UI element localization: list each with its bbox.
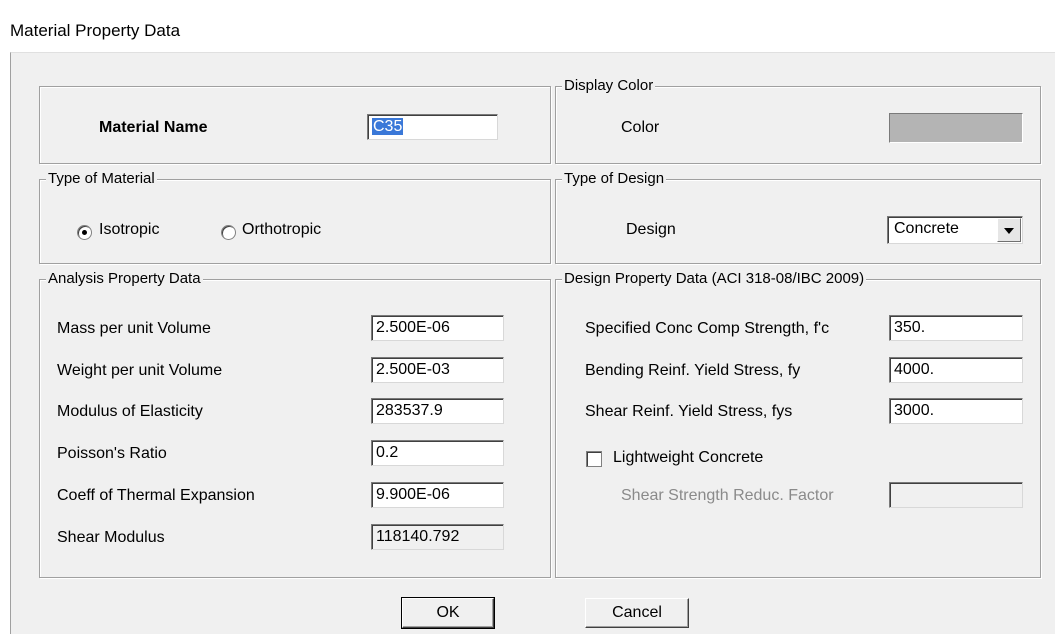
color-swatch[interactable] — [889, 113, 1023, 143]
weight-input[interactable]: 2.500E-03 — [371, 357, 504, 383]
mass-label: Mass per unit Volume — [57, 320, 211, 337]
design-property-legend: Design Property Data (ACI 318-08/IBC 200… — [562, 270, 867, 288]
window-title: Material Property Data — [10, 21, 181, 40]
thermal-label: Coeff of Thermal Expansion — [57, 487, 255, 504]
analysis-property-legend: Analysis Property Data — [46, 270, 203, 288]
lightweight-checkbox[interactable] — [586, 451, 602, 467]
fc-input[interactable]: 350. — [889, 315, 1023, 341]
type-of-design-legend: Type of Design — [562, 170, 667, 188]
mass-input[interactable]: 2.500E-06 — [371, 315, 504, 341]
modulus-input[interactable]: 283537.9 — [371, 398, 504, 424]
type-of-material-legend: Type of Material — [46, 170, 157, 188]
shear-modulus-label: Shear Modulus — [57, 529, 165, 546]
fys-label: Shear Reinf. Yield Stress, fys — [585, 403, 793, 420]
fc-label: Specified Conc Comp Strength, f'c — [585, 320, 830, 337]
color-label: Color — [621, 119, 660, 136]
modulus-label: Modulus of Elasticity — [57, 403, 203, 420]
material-name-value: C35 — [372, 118, 404, 135]
ok-button[interactable]: OK — [401, 597, 495, 629]
type-of-material-group: Type of Material Isotropic Orthotropic — [39, 170, 551, 264]
type-of-design-group: Type of Design Design Concrete — [555, 170, 1041, 264]
poisson-input[interactable]: 0.2 — [371, 440, 504, 466]
material-name-label: Material Name — [99, 119, 208, 136]
display-color-legend: Display Color — [562, 77, 656, 95]
design-dropdown[interactable]: Concrete — [887, 216, 1023, 244]
thermal-input[interactable]: 9.900E-06 — [371, 482, 504, 508]
design-property-group: Design Property Data (ACI 318-08/IBC 200… — [555, 270, 1041, 578]
poisson-label: Poisson's Ratio — [57, 445, 167, 462]
fy-label: Bending Reinf. Yield Stress, fy — [585, 362, 801, 379]
analysis-property-group: Analysis Property Data Mass per unit Vol… — [39, 270, 551, 578]
lightweight-label: Lightweight Concrete — [613, 449, 764, 466]
chevron-down-icon — [1004, 228, 1014, 234]
orthotropic-label: Orthotropic — [242, 221, 322, 238]
fy-input[interactable]: 4000. — [889, 357, 1023, 383]
dropdown-arrow-button[interactable] — [997, 218, 1021, 242]
isotropic-label: Isotropic — [99, 221, 160, 238]
reduc-factor-input — [889, 482, 1023, 508]
design-dropdown-value: Concrete — [894, 220, 959, 237]
design-label: Design — [626, 221, 676, 238]
fys-input[interactable]: 3000. — [889, 398, 1023, 424]
reduc-factor-label: Shear Strength Reduc. Factor — [621, 487, 834, 504]
display-color-group: Display Color Color — [555, 77, 1041, 164]
cancel-button[interactable]: Cancel — [585, 598, 689, 628]
title-bar: Material Property Data — [0, 0, 1055, 52]
shear-modulus-field: 118140.792 — [371, 524, 504, 550]
material-property-dialog: Material Name C35 Display Color Color Ty… — [10, 52, 1055, 634]
isotropic-radio[interactable] — [77, 225, 92, 240]
radio-selected-dot — [82, 230, 87, 235]
weight-label: Weight per unit Volume — [57, 362, 223, 379]
material-name-group: Material Name C35 — [39, 86, 551, 164]
material-name-input[interactable]: C35 — [367, 114, 498, 140]
orthotropic-radio[interactable] — [221, 225, 236, 240]
